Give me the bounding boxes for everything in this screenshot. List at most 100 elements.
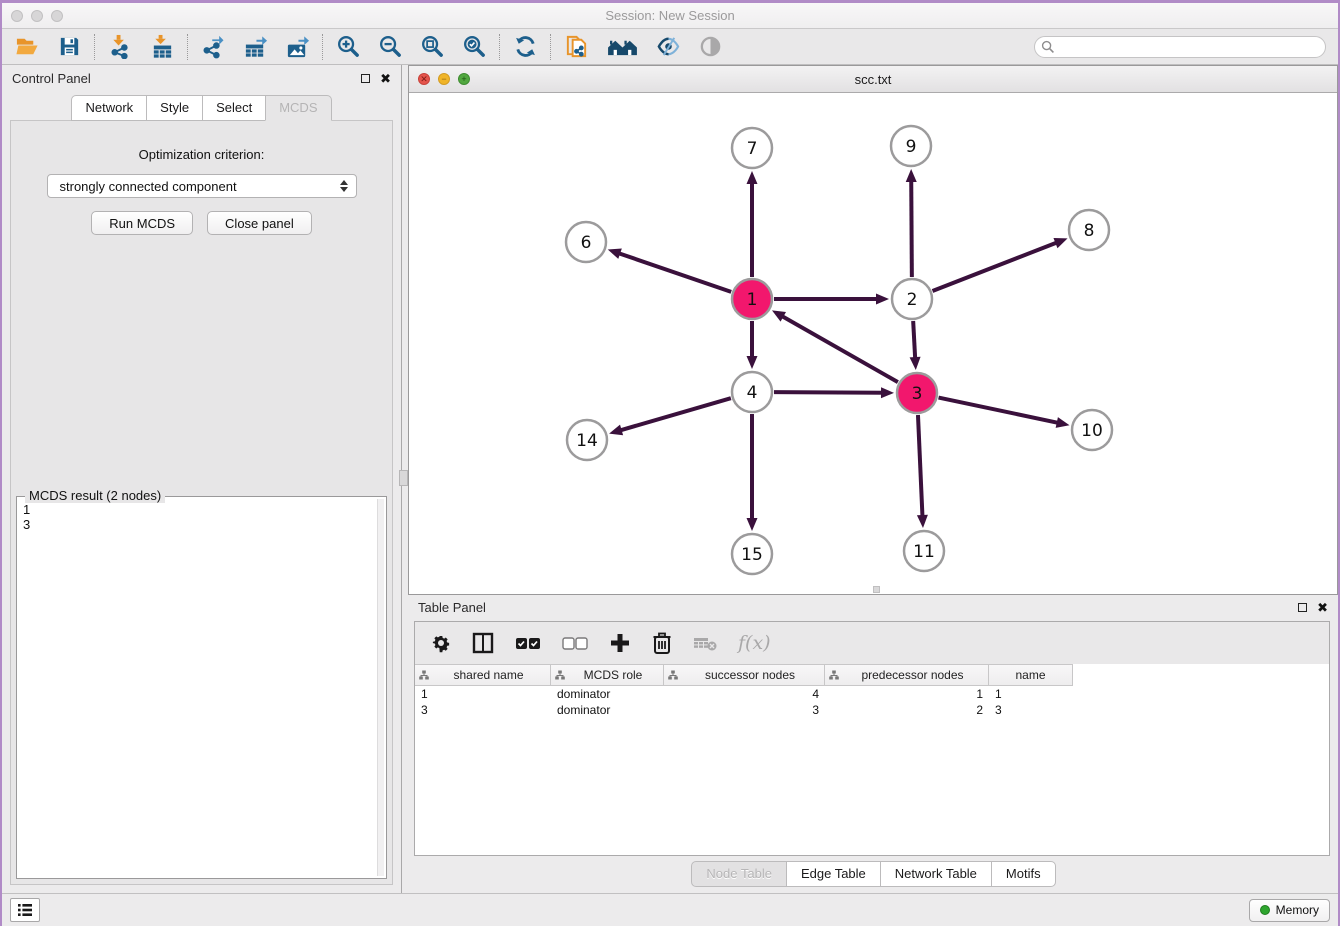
result-scrollbar[interactable]	[377, 499, 384, 876]
column-header-MCDS-role[interactable]: MCDS role	[551, 664, 664, 686]
graph-edge-2-8[interactable]	[932, 242, 1058, 291]
float-panel-icon[interactable]	[361, 74, 370, 83]
memory-label: Memory	[1276, 903, 1319, 917]
export-network-icon[interactable]	[200, 34, 226, 60]
delete-row-trash-icon[interactable]	[652, 630, 672, 656]
graph-edge-arrowhead	[747, 171, 758, 184]
mcds-result-group: MCDS result (2 nodes) 1 3	[16, 496, 387, 879]
graph-edge-1-6[interactable]	[617, 253, 731, 292]
network-window-titlebar: ✕ − + scc.txt	[409, 66, 1337, 93]
zoom-fit-icon[interactable]	[419, 34, 445, 60]
graph-edge-2-3[interactable]	[913, 321, 915, 360]
zoom-in-icon[interactable]	[335, 34, 361, 60]
show-graphics-details-icon[interactable]	[655, 34, 681, 60]
graph-node-label: 9	[906, 137, 917, 157]
optimization-criterion-label: Optimization criterion:	[11, 147, 392, 162]
graph-edge-arrowhead	[910, 357, 921, 370]
table-cell: 1	[415, 686, 551, 702]
table-cell: 1	[989, 686, 1073, 702]
run-mcds-button[interactable]: Run MCDS	[91, 211, 193, 235]
refresh-layout-icon[interactable]	[512, 34, 538, 60]
open-file-icon[interactable]	[14, 34, 40, 60]
graph-node-label: 14	[576, 431, 598, 451]
table-body: 1dominator4113dominator323	[415, 686, 1329, 855]
graph-edge-3-10[interactable]	[939, 398, 1060, 424]
export-image-icon[interactable]	[284, 34, 310, 60]
tab-motifs[interactable]: Motifs	[991, 861, 1056, 887]
zoom-out-icon[interactable]	[377, 34, 403, 60]
graph-edge-2-9[interactable]	[911, 179, 912, 277]
graph-edge-arrowhead	[1056, 417, 1070, 428]
close-panel-button[interactable]: Close panel	[207, 211, 312, 235]
save-session-icon[interactable]	[56, 34, 82, 60]
optimization-criterion-value: strongly connected component	[60, 179, 237, 194]
tab-style[interactable]: Style	[146, 95, 203, 121]
column-header-successor-nodes[interactable]: successor nodes	[664, 664, 825, 686]
select-stepper-icon	[340, 180, 348, 192]
graph-edge-arrowhead	[917, 515, 928, 528]
mcds-result-text[interactable]: 1 3	[19, 499, 377, 876]
close-panel-icon[interactable]: ✖	[380, 72, 391, 85]
graph-edge-arrowhead	[881, 387, 894, 398]
graph-node-label: 3	[912, 384, 923, 404]
graph-edge-3-1[interactable]	[781, 315, 898, 382]
graph-edge-arrowhead	[608, 248, 622, 258]
import-table-icon[interactable]	[149, 34, 175, 60]
control-panel-title: Control Panel	[12, 71, 91, 86]
window-title: Session: New Session	[2, 8, 1338, 23]
import-network-icon[interactable]	[107, 34, 133, 60]
graph-edge-3-11[interactable]	[918, 415, 923, 518]
table-cell: dominator	[551, 702, 664, 718]
graph-edge-4-14[interactable]	[619, 398, 731, 431]
tab-mcds[interactable]: MCDS	[265, 95, 331, 121]
task-history-button[interactable]	[10, 898, 40, 922]
memory-button[interactable]: Memory	[1249, 899, 1330, 922]
deselect-all-icon[interactable]	[562, 630, 588, 656]
zoom-selected-icon[interactable]	[461, 34, 487, 60]
table-cell: 1	[825, 686, 989, 702]
graph-edge-arrowhead	[876, 294, 889, 305]
tab-network[interactable]: Network	[71, 95, 147, 121]
network-canvas[interactable]: 7968124314101511	[409, 93, 1337, 594]
application-window: Session: New Session	[0, 0, 1340, 926]
column-header-name[interactable]: name	[989, 664, 1073, 686]
graph-node-label: 7	[747, 139, 758, 159]
column-visibility-icon[interactable]	[472, 630, 494, 656]
column-header-shared-name[interactable]: shared name	[415, 664, 551, 686]
tab-node-table[interactable]: Node Table	[691, 861, 787, 887]
graph-node-label: 10	[1081, 421, 1103, 441]
column-type-icon	[555, 670, 565, 680]
add-row-icon[interactable]	[609, 630, 631, 656]
network-from-selection-icon[interactable]	[563, 34, 589, 60]
select-all-icon[interactable]	[515, 630, 541, 656]
network-resize-grip[interactable]	[873, 586, 880, 593]
table-header-row: shared nameMCDS rolesuccessor nodesprede…	[415, 664, 1329, 686]
table-row[interactable]: 3dominator323	[415, 702, 1329, 718]
table-row[interactable]: 1dominator411	[415, 686, 1329, 702]
close-table-panel-icon[interactable]: ✖	[1317, 601, 1328, 614]
home-icon[interactable]	[605, 34, 639, 60]
graph-node-label: 6	[581, 233, 592, 253]
control-panel: Control Panel ✖ NetworkStyleSelectMCDS O…	[2, 65, 402, 893]
table-cell: dominator	[551, 686, 664, 702]
graph-node-label: 11	[913, 542, 935, 562]
tab-network-table[interactable]: Network Table	[880, 861, 992, 887]
graph-edge-arrowhead	[747, 518, 758, 531]
status-bar: Memory	[2, 893, 1338, 926]
float-table-panel-icon[interactable]	[1298, 603, 1307, 612]
export-table-icon[interactable]	[242, 34, 268, 60]
memory-status-icon	[1260, 905, 1270, 915]
search-input[interactable]	[1034, 36, 1326, 58]
graph-edge-4-3[interactable]	[774, 392, 884, 393]
table-cell: 3	[664, 702, 825, 718]
table-settings-gear-icon[interactable]	[431, 630, 451, 656]
optimization-criterion-select[interactable]: strongly connected component	[47, 174, 357, 198]
table-tabs: Node TableEdge TableNetwork TableMotifs	[408, 861, 1338, 887]
column-type-icon	[419, 670, 429, 680]
graph-edge-arrowhead	[609, 425, 623, 436]
tab-edge-table[interactable]: Edge Table	[786, 861, 881, 887]
splitter-grip[interactable]	[399, 470, 408, 486]
tab-select[interactable]: Select	[202, 95, 266, 121]
window-titlebar: Session: New Session	[2, 3, 1338, 29]
column-header-predecessor-nodes[interactable]: predecessor nodes	[825, 664, 989, 686]
